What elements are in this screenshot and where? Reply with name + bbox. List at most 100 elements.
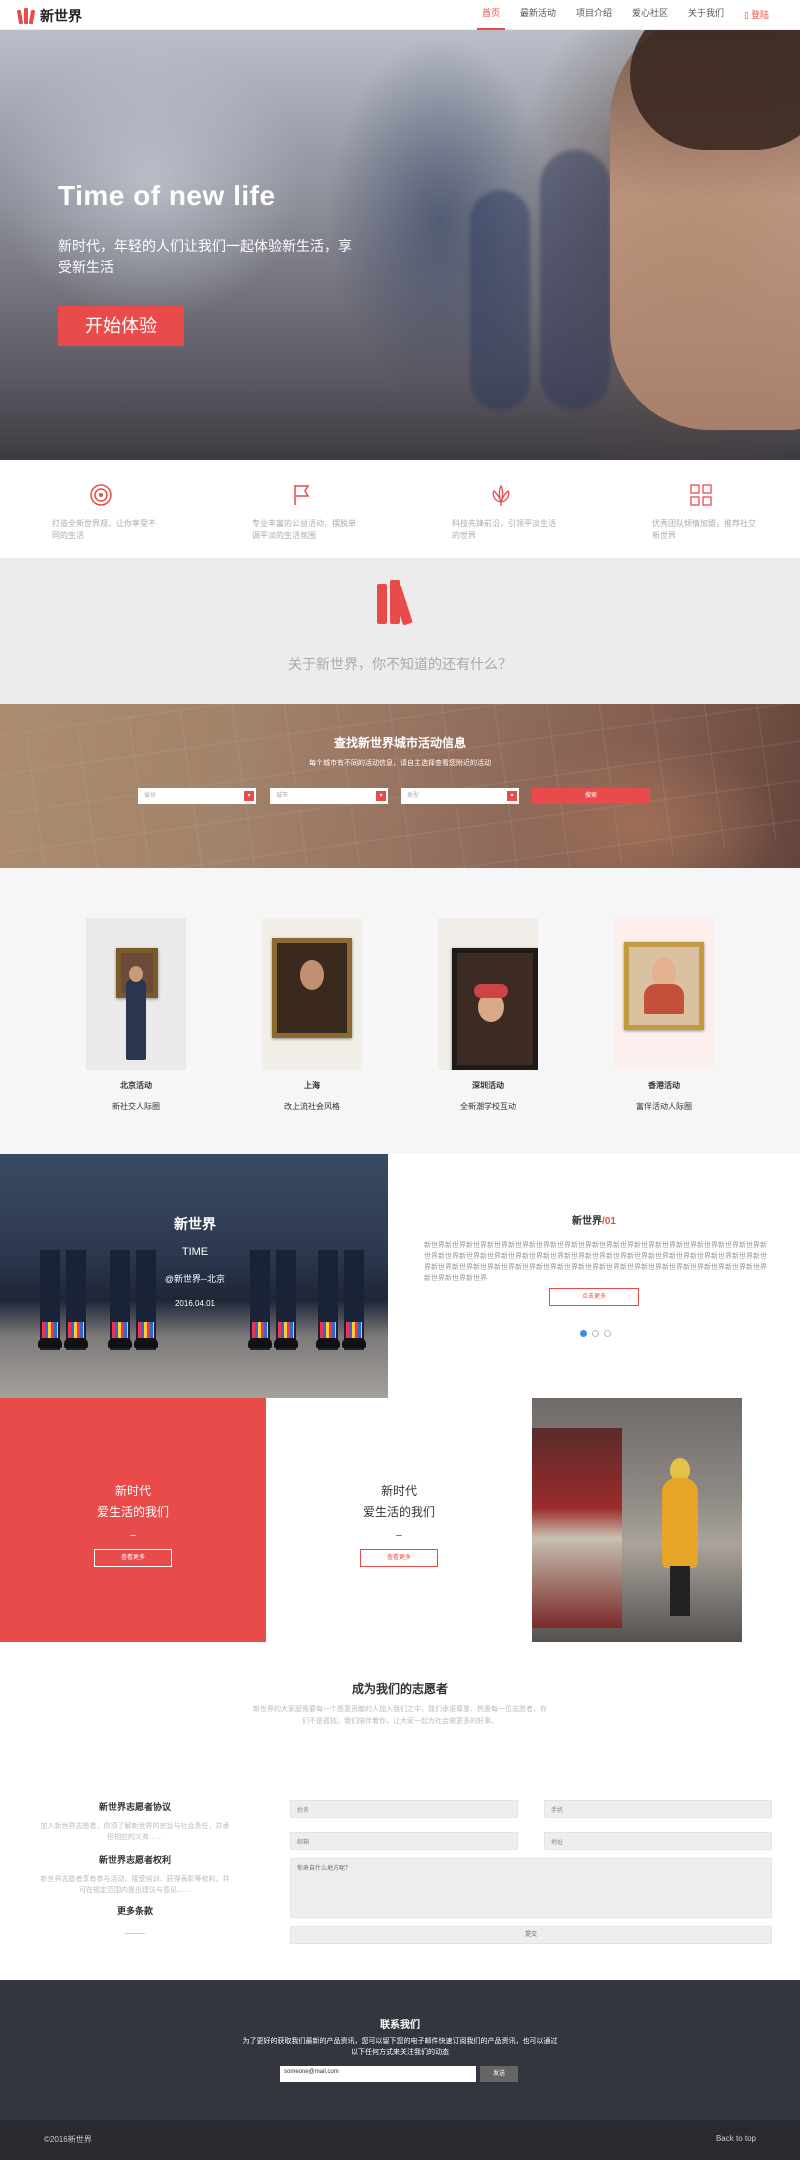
agreements-panel: 新世界志愿者协议 加入新世界志愿者，你须了解新世界的宗旨与社会责任，并承担相应的… xyxy=(40,1800,230,1934)
nav-item-about[interactable]: 关于我们 xyxy=(683,0,729,30)
submit-button[interactable]: 提交 xyxy=(290,1926,772,1944)
user-icon: ▯ xyxy=(744,10,749,20)
activity-card[interactable]: 上海 改上流社会风格 xyxy=(262,918,362,1112)
grid-icon xyxy=(690,484,712,506)
books-logo-icon xyxy=(16,8,36,25)
nav-item-home[interactable]: 首页 xyxy=(476,0,505,30)
story-body: 新世界新世界新世界新世界新世界新世界新世界新世界新世界新世界新世界新世界新世界新… xyxy=(424,1242,767,1282)
passenger-hair-image xyxy=(630,30,800,150)
agreement-text: 加入新世界志愿者，你须了解新世界的宗旨与社会责任，并承担相应的义务…… xyxy=(40,1823,230,1841)
about-text: 关于新世界，你不知道的还有什么？ xyxy=(288,656,512,672)
subscribe-send-button[interactable]: 发送 xyxy=(480,2066,518,2082)
phone-field[interactable]: 手机 xyxy=(544,1800,772,1818)
logo[interactable]: 新世界 xyxy=(16,6,82,26)
story-panel: 新世界/01 新世界新世界新世界新世界新世界新世界新世界新世界新世界新世界新世界… xyxy=(388,1154,800,1398)
lotus-icon xyxy=(492,484,510,506)
nav-item-projects[interactable]: 项目介绍 xyxy=(571,0,617,30)
feature-item: 专业丰富的公益活动，摆脱单调平淡的生活氛围 xyxy=(252,482,362,542)
activities-section: 北京活动 新社交人际圈 上海 改上流社会风格 深圳活动 全新潮学校互动 香港活动… xyxy=(0,868,800,1154)
activity-city: 深圳活动 xyxy=(472,1081,504,1090)
address-field[interactable]: 地址 xyxy=(544,1832,772,1850)
activity-desc: 全新潮学校互动 xyxy=(460,1102,516,1111)
activity-card[interactable]: 香港活动 富伴活动人际圈 xyxy=(614,918,714,1112)
life-card-red: 新时代 爱生活的我们 – 查看更多 xyxy=(0,1398,266,1642)
login-button[interactable]: ▯ 登陆 xyxy=(739,0,774,30)
activity-desc: 富伴活动人际圈 xyxy=(636,1102,692,1111)
name-field[interactable]: 姓名 xyxy=(290,1800,518,1818)
feature-text: 优秀团队倾情加盟，推荐社交新世界 xyxy=(652,519,756,540)
flag-icon xyxy=(294,485,310,505)
activity-desc: 新社交人际圈 xyxy=(112,1102,160,1111)
nav-item-community[interactable]: 爱心社区 xyxy=(627,0,673,30)
subscribe-email-input[interactable]: someone@mail.com xyxy=(280,2066,476,2082)
carousel-dot[interactable] xyxy=(592,1330,599,1337)
about-section: 关于新世界，你不知道的还有什么？ xyxy=(0,558,800,704)
rights-heading[interactable]: 新世界志愿者权利 xyxy=(40,1853,230,1866)
carousel-dot[interactable] xyxy=(604,1330,611,1337)
main-nav: 首页 最新活动 项目介绍 爱心社区 关于我们 ▯ 登陆 xyxy=(476,0,774,30)
logo-text: 新世界 xyxy=(40,8,82,24)
gallery-visitor-image xyxy=(86,918,186,1070)
header: 新世界 首页 最新活动 项目介绍 爱心社区 关于我们 ▯ 登陆 xyxy=(0,0,800,30)
search-title: 查找新世界城市活动信息 xyxy=(333,736,466,750)
feature-text: 科技先锋前沿，引领平淡生活的世界 xyxy=(452,519,556,540)
start-experience-button[interactable]: 开始体验 xyxy=(58,306,184,346)
divider xyxy=(125,1933,145,1934)
portrait-painting-image xyxy=(262,918,362,1070)
carousel-dot[interactable] xyxy=(580,1330,587,1337)
nav-item-latest-events[interactable]: 最新活动 xyxy=(515,0,561,30)
features-row: 打造全新世界观，让你享受不同的生活 专业丰富的公益活动，摆脱单调平淡的生活氛围 … xyxy=(0,460,800,558)
train-platform-image xyxy=(532,1398,742,1642)
volunteer-title: 成为我们的志愿者 xyxy=(351,1682,448,1696)
activity-city: 上海 xyxy=(304,1081,320,1090)
activity-card[interactable]: 北京活动 新社交人际圈 xyxy=(86,918,186,1112)
chevron-down-icon: ▾ xyxy=(507,791,517,801)
story-more-button[interactable]: 点击更多 xyxy=(549,1288,639,1306)
feature-text: 专业丰富的公益活动，摆脱单调平淡的生活氛围 xyxy=(252,519,356,540)
footer: ©2016新世界 Back to top xyxy=(0,2120,800,2160)
back-to-top-link[interactable]: Back to top xyxy=(716,2134,756,2143)
story-overlay: 新世界 TIME @新世界--北京 2016.04.01 xyxy=(164,1216,226,1308)
agreement-heading[interactable]: 新世界志愿者协议 xyxy=(40,1800,230,1813)
portrait-painting-image xyxy=(438,918,538,1070)
activity-desc: 改上流社会风格 xyxy=(284,1102,340,1111)
city-search-section: 查找新世界城市活动信息 每个城市有不同的活动信息，请自主选择查看您附近的活动 省… xyxy=(0,704,800,868)
email-field[interactable]: 邮箱 xyxy=(290,1832,518,1850)
volunteer-subtitle: 新世界的大家庭需要每一个愿意贡献的人加入我们之中，我们承诺尊重、热爱每一位志愿者… xyxy=(253,1706,547,1725)
story-title: 新世界/01 xyxy=(572,1216,616,1227)
chevron-down-icon: ▾ xyxy=(376,791,386,801)
hero-title: Time of new life xyxy=(58,180,276,211)
feature-item: 科技先锋前沿，引领平淡生活的世界 xyxy=(452,482,562,542)
login-label: 登陆 xyxy=(750,10,769,20)
type-select[interactable]: 类型 ▾ xyxy=(401,788,519,804)
books-icon xyxy=(377,580,413,626)
activity-city: 香港活动 xyxy=(648,1081,680,1090)
chevron-down-icon: ▾ xyxy=(244,791,254,801)
rights-text: 新世界志愿者享有参与活动、接受培训、获得表彰等权利，并可在规定范围内提出建议与意… xyxy=(40,1876,230,1894)
copyright: ©2016新世界 xyxy=(44,2135,92,2144)
target-icon xyxy=(90,484,112,506)
contact-title: 联系我们 xyxy=(380,2020,420,2031)
feature-item: 优秀团队倾情加盟，推荐社交新世界 xyxy=(652,482,762,542)
contact-section: 联系我们 为了更好的获取我们最新的产品资讯，您可以留下您的电子邮件快速订阅我们的… xyxy=(0,1980,800,2120)
hero-subtitle: 新时代，年轻的人们让我们一起体验新生活，享受新生活 xyxy=(58,238,352,275)
bus-seat-image xyxy=(540,150,610,410)
life-more-button[interactable]: 查看更多 xyxy=(94,1549,172,1567)
portrait-painting-image xyxy=(614,918,714,1070)
search-button[interactable]: 搜索 xyxy=(532,788,650,804)
city-select[interactable]: 城市 ▾ xyxy=(270,788,388,804)
bus-seat-image xyxy=(470,190,530,410)
contact-text: 为了更好的获取我们最新的产品资讯，您可以留下您的电子邮件快速订阅我们的产品资讯，… xyxy=(242,2038,558,2056)
province-select[interactable]: 省份 ▾ xyxy=(138,788,256,804)
life-more-button[interactable]: 查看更多 xyxy=(360,1549,438,1567)
hero-banner: Time of new life 新时代，年轻的人们让我们一起体验新生活，享受新… xyxy=(0,30,800,460)
search-subtitle: 每个城市有不同的活动信息，请自主选择查看您附近的活动 xyxy=(309,760,491,767)
life-card-white: 新时代 爱生活的我们 – 查看更多 xyxy=(266,1398,532,1642)
carousel-dots xyxy=(580,1330,611,1337)
activity-city: 北京活动 xyxy=(120,1081,152,1090)
more-terms-link[interactable]: 更多条款 xyxy=(40,1904,230,1917)
feature-item: 打造全新世界观，让你享受不同的生活 xyxy=(52,482,162,542)
men-socks-image: 新世界 TIME @新世界--北京 2016.04.01 xyxy=(0,1154,388,1398)
activity-card[interactable]: 深圳活动 全新潮学校互动 xyxy=(438,918,538,1112)
message-textarea[interactable]: 你来自什么地方呢？ xyxy=(290,1858,772,1918)
